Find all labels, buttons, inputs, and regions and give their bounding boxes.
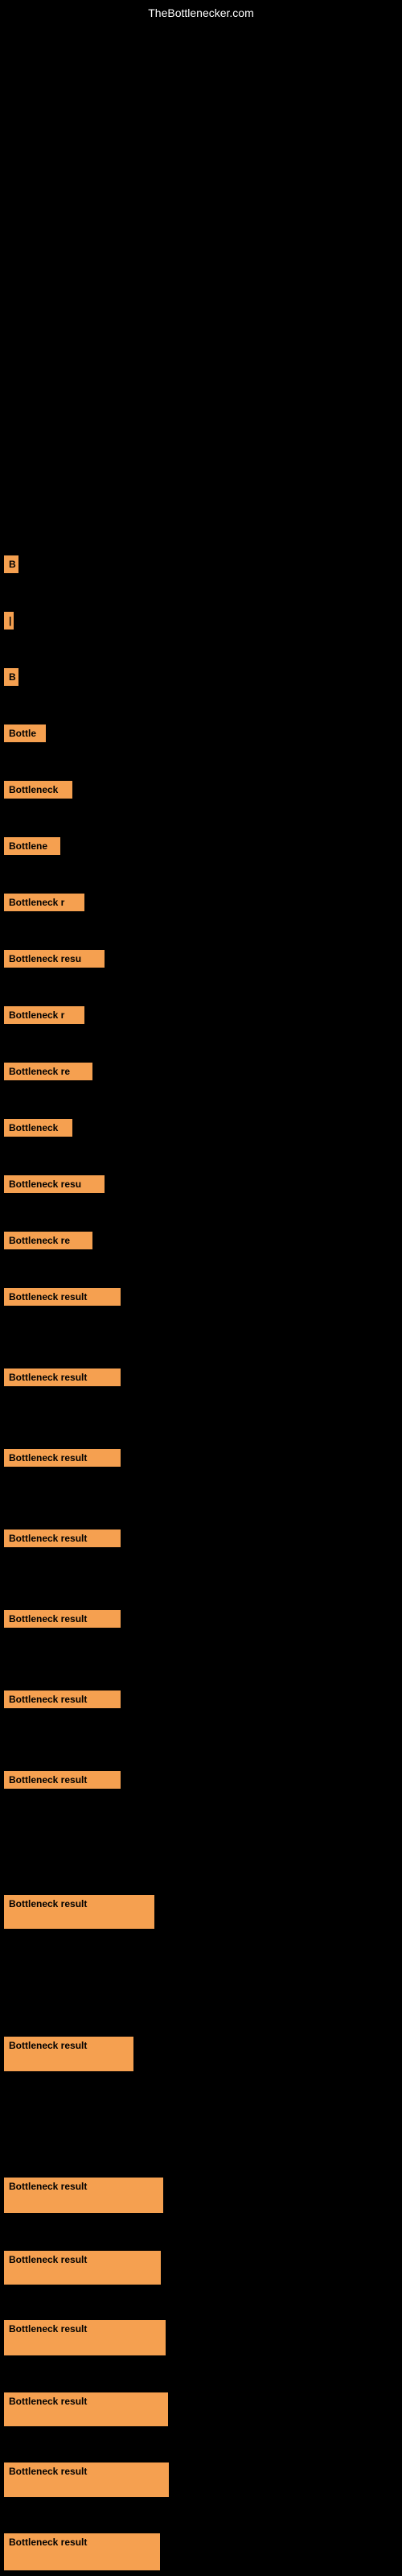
bottleneck-result-item[interactable]: Bottleneck result	[4, 2462, 169, 2497]
bottleneck-result-item[interactable]: Bottleneck re	[4, 1063, 92, 1080]
bottleneck-result-item[interactable]: Bottlene	[4, 837, 60, 855]
bottleneck-result-item[interactable]: Bottleneck result	[4, 1368, 121, 1386]
bottleneck-result-item[interactable]: Bottleneck result	[4, 2533, 160, 2570]
bottleneck-result-item[interactable]: Bottle	[4, 724, 46, 742]
bottleneck-result-item[interactable]: Bottleneck result	[4, 1449, 121, 1467]
bottleneck-result-item[interactable]: Bottleneck result	[4, 1288, 121, 1306]
bottleneck-result-item[interactable]: Bottleneck result	[4, 1771, 121, 1789]
bottleneck-result-item[interactable]: B	[4, 555, 18, 573]
bottleneck-result-item[interactable]: Bottleneck result	[4, 1530, 121, 1547]
bottleneck-result-item[interactable]: Bottleneck result	[4, 2392, 168, 2426]
bottleneck-result-item[interactable]: Bottleneck result	[4, 2251, 161, 2285]
bottleneck-result-item[interactable]: Bottleneck result	[4, 1690, 121, 1708]
bottleneck-result-item[interactable]: Bottleneck resu	[4, 950, 105, 968]
bottleneck-result-item[interactable]: Bottleneck result	[4, 2178, 163, 2213]
bottleneck-result-item[interactable]: Bottleneck	[4, 781, 72, 799]
site-title: TheBottlenecker.com	[148, 6, 254, 19]
bottleneck-result-item[interactable]: Bottleneck r	[4, 1006, 84, 1024]
bottleneck-result-item[interactable]: Bottleneck	[4, 1119, 72, 1137]
bottleneck-result-item[interactable]: Bottleneck re	[4, 1232, 92, 1249]
bottleneck-result-item[interactable]: Bottleneck result	[4, 2037, 133, 2071]
bottleneck-result-item[interactable]: Bottleneck r	[4, 894, 84, 911]
bottleneck-result-item[interactable]: Bottleneck result	[4, 1610, 121, 1628]
bottleneck-result-item[interactable]: Bottleneck resu	[4, 1175, 105, 1193]
bottleneck-result-item[interactable]: Bottleneck result	[4, 1895, 154, 1929]
bottleneck-result-item[interactable]: B	[4, 668, 18, 686]
bottleneck-result-item[interactable]: |	[4, 612, 14, 630]
bottleneck-result-item[interactable]: Bottleneck result	[4, 2320, 166, 2355]
